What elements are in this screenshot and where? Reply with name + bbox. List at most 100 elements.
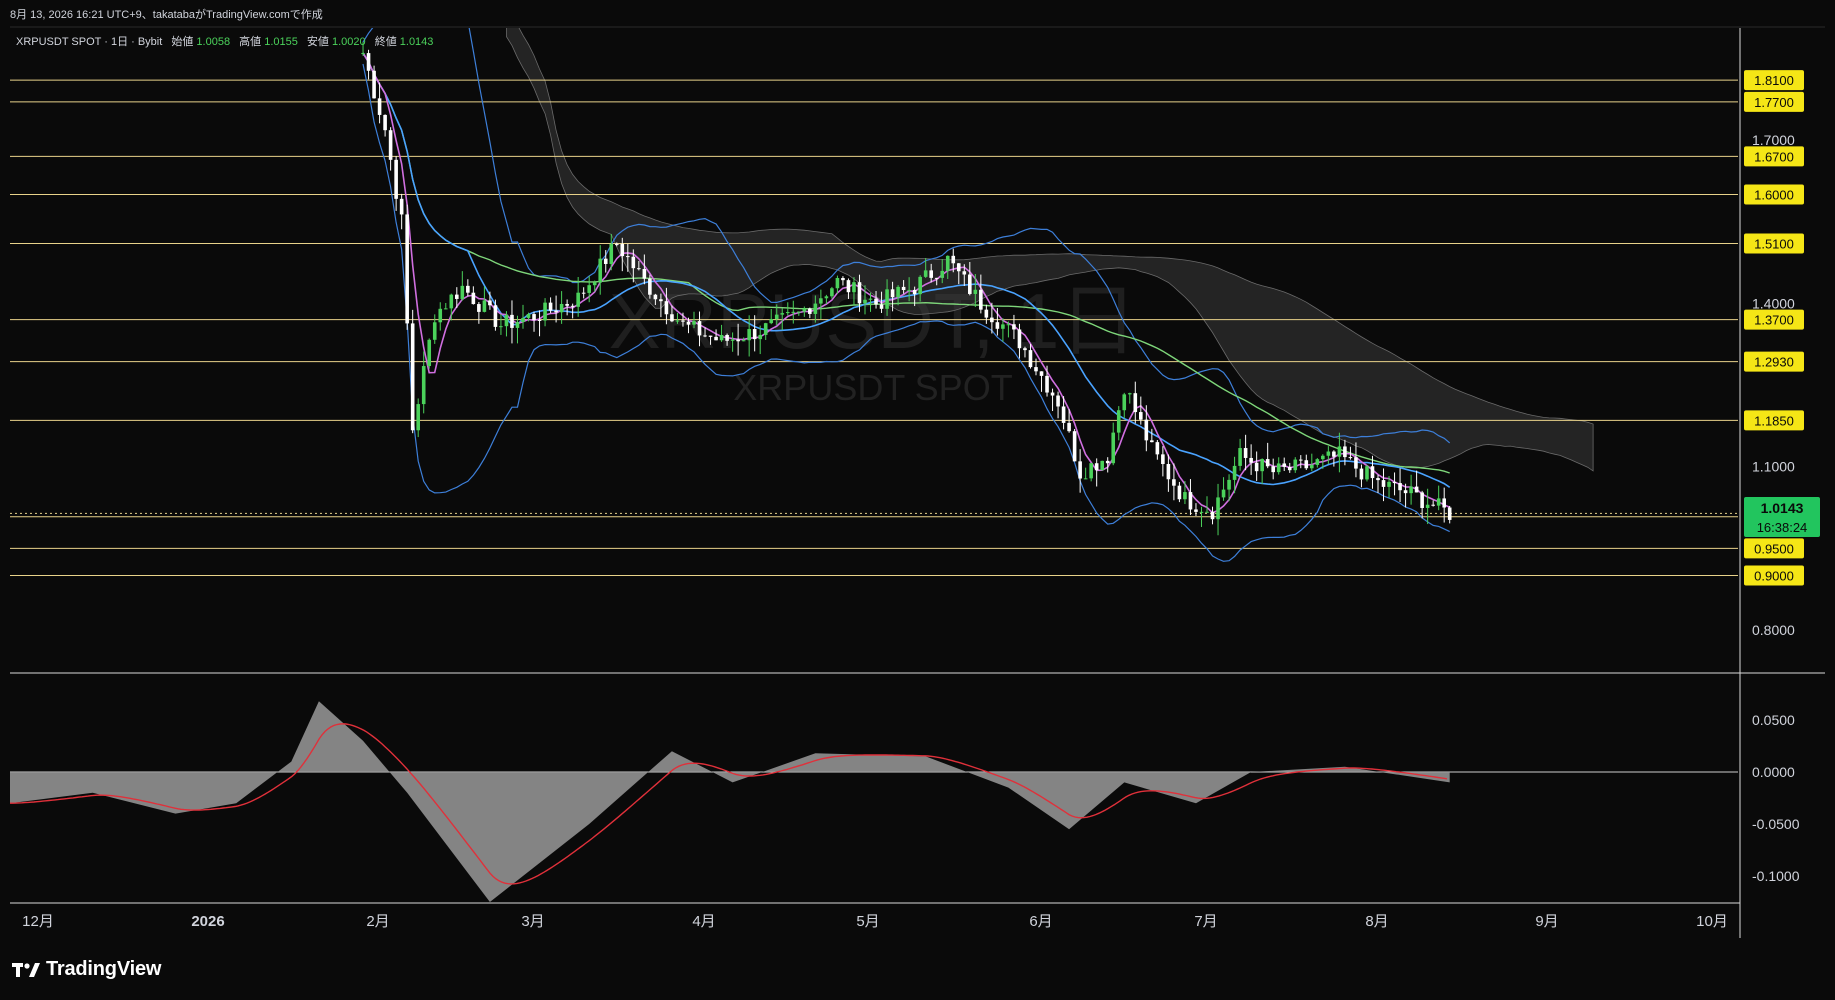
candle-body <box>1398 483 1402 491</box>
candle-body <box>962 271 967 275</box>
candle-body <box>427 339 432 367</box>
candle-body <box>1381 480 1386 487</box>
candle-body <box>1332 451 1336 457</box>
time-tick: 6月 <box>1029 913 1052 930</box>
candle-body <box>653 294 658 300</box>
candle-body <box>1403 490 1408 494</box>
time-tick: 9月 <box>1535 913 1558 930</box>
tradingview-logo-text: TradingView <box>46 958 162 980</box>
candle-body <box>1172 479 1176 486</box>
candle-body <box>1144 419 1149 441</box>
candle-body <box>565 303 569 306</box>
candle-body <box>896 286 900 298</box>
candle-body <box>719 334 724 341</box>
candle-body <box>1359 468 1364 480</box>
candle-body <box>1249 457 1253 463</box>
candle-body <box>581 292 586 294</box>
candle-body <box>890 289 895 298</box>
level-label: 0.9500 <box>1754 541 1794 556</box>
candle-body <box>736 339 740 342</box>
macd-tick: 0.0000 <box>1752 764 1795 780</box>
time-tick: 12月 <box>22 913 54 930</box>
candle-body <box>1034 367 1038 372</box>
macd-axis[interactable]: 0.0500 0.0000 -0.0500 -0.1000 <box>1752 712 1800 884</box>
candle-body <box>868 298 873 300</box>
candle-body <box>1254 462 1259 472</box>
candle-body <box>1431 504 1435 506</box>
candle-body <box>1017 329 1022 349</box>
candle-body <box>1205 511 1209 513</box>
macd-tick: -0.0500 <box>1752 816 1800 832</box>
current-price-badge: 1.0143 16:38:24 <box>1744 497 1820 537</box>
candle-body <box>874 298 878 305</box>
level-label: 1.7700 <box>1754 95 1794 110</box>
candle-body <box>1348 457 1353 459</box>
level-label: 1.8100 <box>1754 73 1794 88</box>
candle-body <box>1127 393 1132 395</box>
level-label: 1.5100 <box>1754 236 1794 251</box>
candle-body <box>416 404 420 431</box>
candle-body <box>432 322 437 340</box>
candle-body <box>1409 486 1413 494</box>
candle-body <box>725 334 729 341</box>
candle-body <box>1343 446 1347 458</box>
candle-body <box>366 53 371 71</box>
candle-body <box>1100 460 1104 471</box>
candle-body <box>758 334 762 340</box>
candle-body <box>1183 492 1187 500</box>
candle-body <box>587 285 591 293</box>
time-axis[interactable]: 12月 2026 2月 3月 4月 5月 6月 7月 8月 9月 10月 <box>22 913 1728 930</box>
candle-body <box>394 159 398 199</box>
tradingview-logo-icon <box>12 962 40 977</box>
candle-body <box>532 314 536 320</box>
candle-body <box>1133 393 1138 413</box>
candle-body <box>521 317 525 322</box>
candle-body <box>984 309 989 318</box>
macd-histogram <box>10 701 1450 902</box>
candle-body <box>598 258 603 283</box>
candle-body <box>1001 324 1005 329</box>
macd-tick: -0.1000 <box>1752 868 1800 884</box>
candle-body <box>841 278 845 281</box>
candle-body <box>918 276 922 295</box>
candle-body <box>835 278 840 289</box>
price-axis[interactable]: 1.7000 1.4000 1.1000 0.8000 <box>1752 132 1795 638</box>
candle-body <box>438 308 443 323</box>
time-tick: 8月 <box>1365 913 1388 930</box>
candle-body <box>1039 371 1044 376</box>
candle-body <box>626 256 630 258</box>
tradingview-logo[interactable]: TradingView <box>12 958 161 981</box>
price-chart[interactable]: XRPUSDT, 1日 XRPUSDT SPOT 1.70001.40001.1… <box>0 0 1835 1000</box>
candle-body <box>1061 406 1066 423</box>
candle-body <box>1298 459 1303 461</box>
candle-body <box>780 313 785 315</box>
macd-tick: 0.0500 <box>1752 712 1795 728</box>
candle-body <box>637 268 641 270</box>
candle-body <box>659 299 663 302</box>
candle-body <box>1243 448 1248 458</box>
candle-body <box>956 263 961 272</box>
candle-body <box>797 311 801 313</box>
candle-body <box>1420 492 1424 508</box>
candle-body <box>410 323 415 431</box>
candle-body <box>488 300 492 306</box>
current-price-label: 1.0143 <box>1761 500 1804 516</box>
candle-body <box>1216 497 1220 520</box>
candle-body <box>499 326 503 328</box>
candle-body <box>857 282 862 304</box>
time-tick: 2月 <box>366 913 389 930</box>
time-tick: 10月 <box>1696 913 1728 930</box>
candle-body <box>1392 481 1397 484</box>
time-tick: 4月 <box>692 913 715 930</box>
candle-body <box>388 130 393 160</box>
candle-body <box>399 198 404 215</box>
watermark-subtitle: XRPUSDT SPOT <box>733 367 1012 408</box>
candle-body <box>1221 489 1226 498</box>
candle-body <box>1310 464 1314 469</box>
candle-body <box>1365 466 1369 480</box>
candle-body <box>543 302 547 321</box>
candle-body <box>1370 466 1375 479</box>
candle-body <box>620 244 625 257</box>
candle-body <box>1276 463 1281 473</box>
candle-body <box>968 274 972 294</box>
